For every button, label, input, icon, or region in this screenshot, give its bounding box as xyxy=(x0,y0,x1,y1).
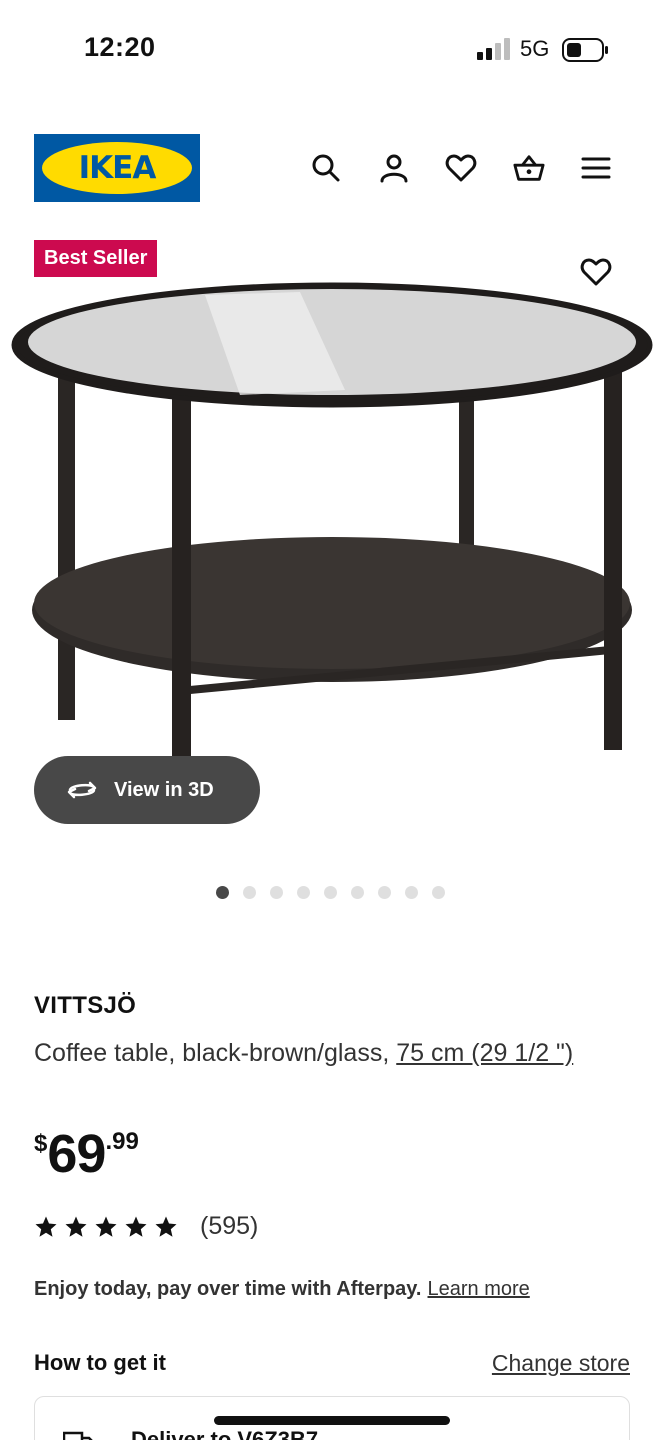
logo-text: IKEA xyxy=(78,150,157,186)
status-time: 12:20 xyxy=(84,32,156,62)
product-name: VITTSJÖ xyxy=(34,992,137,1019)
product-price: $ 69 .99 xyxy=(34,1122,139,1186)
account-icon[interactable] xyxy=(374,148,414,188)
gallery-dot[interactable] xyxy=(404,886,418,899)
product-media: Best Seller View in 3D xyxy=(0,230,664,850)
gallery-dot[interactable] xyxy=(215,886,229,899)
add-to-favourites-icon[interactable] xyxy=(576,252,616,292)
logo-oval: IKEA xyxy=(42,142,192,194)
star-icon xyxy=(95,1216,117,1237)
product-info: VITTSJÖ Coffee table, black-brown/glass,… xyxy=(34,992,630,1072)
price-integer: 69 xyxy=(47,1124,106,1184)
home-indicator[interactable] xyxy=(214,1416,450,1425)
how-to-get-it-title: How to get it xyxy=(34,1350,166,1375)
gallery-dot[interactable] xyxy=(377,886,391,899)
product-type: Coffee table, black-brown/glass, xyxy=(34,1039,390,1067)
search-icon[interactable] xyxy=(306,148,346,188)
rotate-3d-icon xyxy=(67,781,97,799)
gallery-dot[interactable] xyxy=(431,886,445,899)
rating-stars xyxy=(34,1215,178,1239)
change-store-link[interactable]: Change store xyxy=(492,1350,630,1377)
gallery-pagination xyxy=(0,886,664,906)
heart-icon[interactable] xyxy=(441,148,481,188)
star-icon xyxy=(35,1216,57,1237)
product-size-link[interactable]: 75 cm (29 1/2 ") xyxy=(396,1039,573,1067)
price-currency: $ xyxy=(34,1130,48,1157)
delivery-text: Deliver to V6Z3B7 xyxy=(131,1427,319,1440)
review-count: (595) xyxy=(200,1212,259,1240)
basket-icon[interactable] xyxy=(509,148,549,188)
star-icon xyxy=(155,1216,177,1237)
site-header: IKEA xyxy=(0,120,664,216)
network-type: 5G xyxy=(520,36,550,61)
gallery-dot[interactable] xyxy=(323,886,337,899)
product-description: Coffee table, black-brown/glass, 75 cm (… xyxy=(34,1034,630,1072)
product-image[interactable] xyxy=(0,270,664,770)
afterpay-text: Enjoy today, pay over time with Afterpay… xyxy=(34,1278,422,1300)
gallery-dot[interactable] xyxy=(296,886,310,899)
gallery-dot[interactable] xyxy=(269,886,283,899)
ikea-logo[interactable]: IKEA xyxy=(34,134,200,202)
status-bar: 12:20 5G xyxy=(0,0,664,100)
cellular-signal-icon xyxy=(477,38,510,60)
truck-icon xyxy=(63,1431,93,1440)
battery-icon xyxy=(562,38,608,62)
star-icon xyxy=(125,1216,147,1237)
afterpay-info: Enjoy today, pay over time with Afterpay… xyxy=(34,1278,530,1301)
view-in-3d-button[interactable]: View in 3D xyxy=(34,756,260,824)
best-seller-badge: Best Seller xyxy=(34,240,158,277)
menu-icon[interactable] xyxy=(576,148,616,188)
afterpay-learn-more-link[interactable]: Learn more xyxy=(428,1278,530,1300)
price-decimal: .99 xyxy=(105,1128,139,1155)
product-rating[interactable]: (595) xyxy=(34,1212,258,1241)
gallery-dot[interactable] xyxy=(242,886,256,899)
star-icon xyxy=(65,1216,87,1237)
view-in-3d-label: View in 3D xyxy=(114,778,214,801)
gallery-dot[interactable] xyxy=(350,886,364,899)
